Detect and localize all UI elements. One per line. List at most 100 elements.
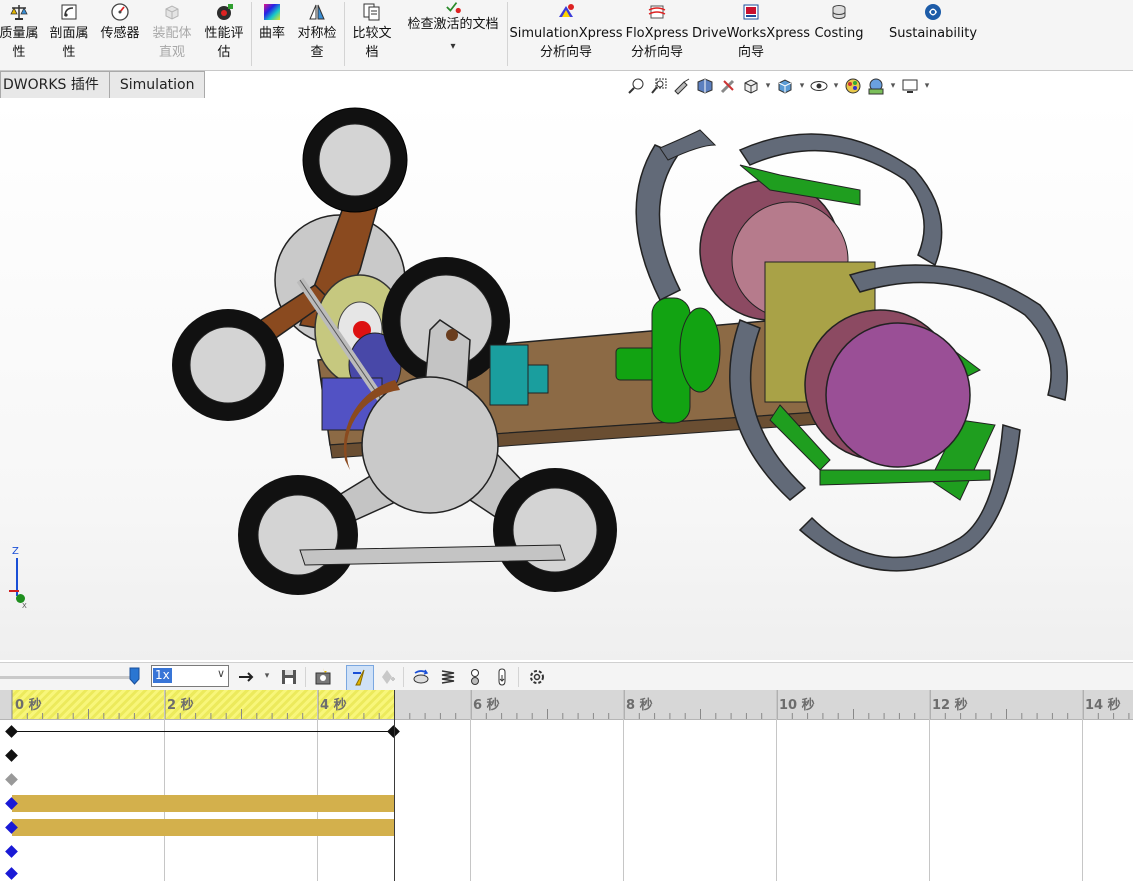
simulationxpress-button[interactable]: SimulationXpress 分析向导	[510, 0, 623, 68]
view-orientation-icon[interactable]	[741, 77, 761, 95]
driveworksxpress-label-2: 向导	[737, 45, 764, 60]
section-properties-label-1: 剖面属	[49, 26, 89, 41]
driveworksxpress-label-1: DriveWorksXpress	[691, 26, 811, 41]
sustainability-label: Sustainability	[888, 26, 978, 41]
view-orientation-dropdown-icon[interactable]: ▾	[764, 81, 772, 91]
floxpress-button[interactable]: FloXpress 分析向导	[624, 0, 690, 68]
triad-x-label: X	[22, 602, 27, 610]
symmetry-check-icon	[309, 4, 325, 20]
assembly-visualization-button[interactable]: 装配体 直观	[150, 0, 194, 68]
timeline-bar[interactable]	[12, 795, 394, 812]
robot-model[interactable]	[0, 98, 1133, 660]
playback-speed-select[interactable]: 1x ∨	[151, 665, 229, 687]
key-point[interactable]	[5, 773, 18, 786]
symmetry-check-button[interactable]: 对称检 查	[294, 0, 340, 68]
mass-properties-label-2: 性	[12, 45, 26, 60]
simulationxpress-icon	[559, 4, 574, 17]
sustainability-button[interactable]: Sustainability	[888, 0, 978, 68]
driveworksxpress-button[interactable]: DriveWorksXpress 向导	[691, 0, 811, 68]
save-animation-icon[interactable]	[279, 667, 299, 687]
floxpress-icon	[648, 5, 666, 19]
hide-show-items-icon[interactable]	[809, 77, 829, 95]
check-active-document-dropdown-icon[interactable]: ▾	[450, 37, 455, 56]
contact-icon[interactable]	[465, 667, 485, 687]
compare-documents-button[interactable]: 比较文 档	[349, 0, 395, 68]
playback-mode-dropdown-icon[interactable]: ▾	[263, 671, 271, 681]
apply-scene-icon[interactable]	[866, 77, 886, 95]
timeline-gridline	[164, 690, 165, 881]
motion-study-toolbar: 1x ∨ ▾	[0, 662, 1133, 691]
costing-label-2: Costing	[814, 26, 864, 41]
tick-label-10: 10 秒	[779, 698, 815, 713]
check-active-document-label: 检查激活的文档	[407, 17, 499, 32]
floxpress-label-2: 分析向导	[630, 45, 683, 60]
assembly-visualization-label-1: 装配体	[152, 26, 192, 41]
tab-solidworks-addins[interactable]: DWORKS 插件	[0, 71, 110, 99]
performance-evaluation-label-1: 性能评	[204, 26, 244, 41]
curvature-label: 曲率	[258, 26, 285, 41]
timeline-bar[interactable]	[12, 819, 394, 836]
section-view-icon[interactable]	[695, 77, 715, 95]
previous-view-icon[interactable]	[672, 77, 692, 95]
playback-speed-slider[interactable]	[0, 676, 136, 679]
mass-properties-button[interactable]: 质量属 性	[0, 0, 39, 68]
timeline-playhead[interactable]	[394, 690, 395, 881]
animation-wizard-icon[interactable]	[313, 667, 333, 687]
key-point[interactable]	[5, 725, 18, 738]
playback-mode-icon[interactable]	[237, 667, 257, 687]
timeline-gridline	[776, 690, 777, 881]
timeline-ruler[interactable]: 0 秒 2 秒 4 秒 6 秒 8 秒 10 秒 12 秒 14 秒	[0, 690, 1133, 720]
motion-timeline[interactable]: 0 秒 2 秒 4 秒 6 秒 8 秒 10 秒 12 秒 14 秒	[0, 690, 1133, 881]
apply-scene-dropdown-icon[interactable]: ▾	[889, 81, 897, 91]
tick-label-0: 0 秒	[15, 698, 42, 713]
view-settings-icon[interactable]	[900, 77, 920, 95]
section-properties-button[interactable]: 剖面属 性	[47, 0, 91, 68]
zoom-to-area-icon[interactable]	[649, 77, 669, 95]
spring-icon[interactable]	[438, 667, 458, 687]
check-active-document-button[interactable]: 检查激活的文档 ▾	[401, 0, 505, 68]
performance-evaluation-label-2: 估	[217, 45, 231, 60]
gravity-icon[interactable]	[492, 667, 512, 687]
sensor-button[interactable]: 传感器	[98, 0, 142, 68]
motor-icon[interactable]	[411, 667, 431, 687]
costing-button[interactable]: Costing	[812, 0, 866, 68]
zoom-to-fit-icon[interactable]	[626, 77, 646, 95]
curvature-button[interactable]: 曲率	[255, 0, 289, 68]
slider-thumb[interactable]	[129, 667, 140, 685]
coordinate-triad: Z X	[6, 546, 30, 612]
display-style-dropdown-icon[interactable]: ▾	[798, 81, 806, 91]
triad-z-label: Z	[12, 546, 19, 557]
key-point[interactable]	[5, 845, 18, 858]
sensor-label: 传感器	[100, 26, 140, 41]
ribbon-separator	[344, 2, 345, 66]
performance-evaluation-button[interactable]: 性能评 估	[202, 0, 246, 68]
tick-label-14: 14 秒	[1085, 698, 1121, 713]
display-style-icon[interactable]	[775, 77, 795, 95]
performance-evaluation-icon	[217, 4, 233, 20]
dynamic-annotation-icon[interactable]	[718, 77, 738, 95]
ribbon-separator	[251, 2, 252, 66]
timeline-gridline	[470, 690, 471, 881]
driveworksxpress-icon	[743, 4, 759, 20]
tick-label-2: 2 秒	[167, 698, 194, 713]
sustainability-icon	[925, 4, 941, 20]
key-point[interactable]	[5, 867, 18, 880]
timeline-gridline	[623, 690, 624, 881]
toolbar-separator	[403, 667, 404, 687]
command-manager-tabs: DWORKS 插件 Simulation	[0, 71, 206, 99]
motion-study-properties-icon[interactable]	[527, 667, 547, 687]
compare-documents-icon	[363, 3, 380, 21]
tick-label-6: 6 秒	[473, 698, 500, 713]
hide-show-dropdown-icon[interactable]: ▾	[832, 81, 840, 91]
key-span-line	[12, 731, 394, 732]
tab-simulation[interactable]: Simulation	[109, 71, 206, 99]
add-update-key-icon[interactable]	[377, 667, 397, 687]
edit-appearance-icon[interactable]	[843, 77, 863, 95]
graphics-area[interactable]: Z X	[0, 98, 1133, 660]
tick-label-4: 4 秒	[320, 698, 347, 713]
assembly-visualization-icon	[165, 5, 179, 20]
key-point[interactable]	[5, 749, 18, 762]
view-settings-dropdown-icon[interactable]: ▾	[923, 81, 931, 91]
autokey-toggle[interactable]	[346, 665, 374, 691]
curvature-icon	[264, 4, 280, 20]
